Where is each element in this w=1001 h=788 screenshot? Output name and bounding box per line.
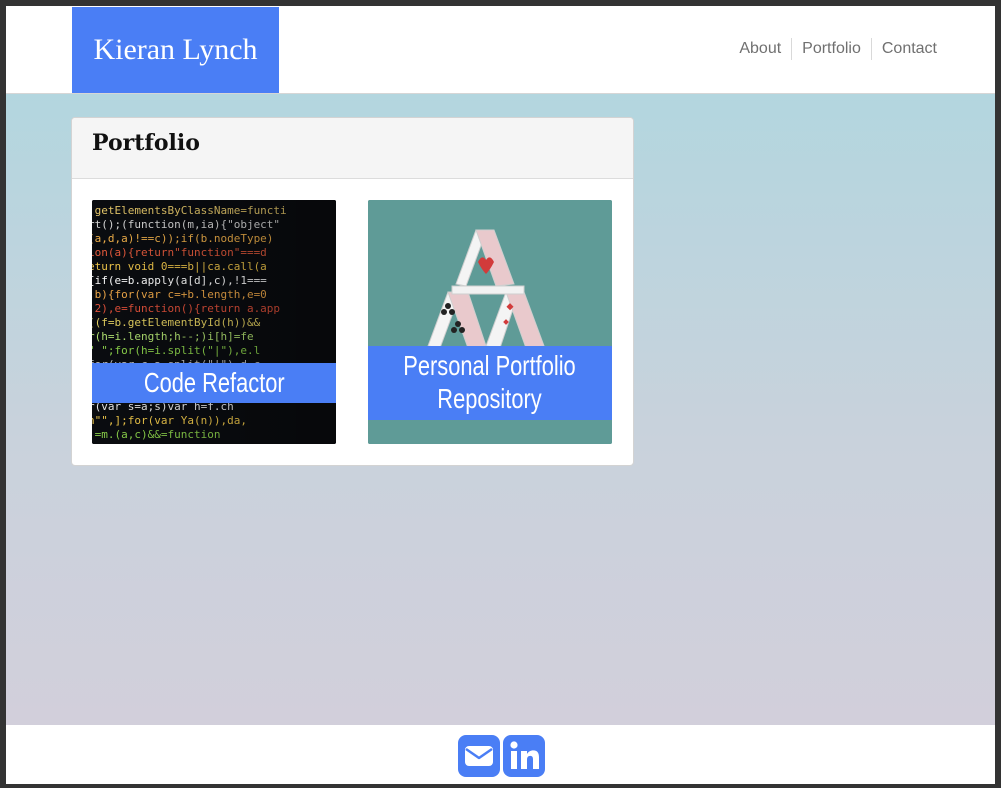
project-label-line: Personal Portfolio — [403, 350, 577, 381]
main-nav: About Portfolio Contact — [729, 38, 947, 60]
portfolio-title: Portfolio — [92, 130, 200, 156]
nav-link-contact[interactable]: Contact — [872, 38, 947, 60]
linkedin-icon — [510, 741, 539, 769]
project-label: Personal Portfolio Repository — [368, 346, 612, 420]
brand-logo-link[interactable]: Kieran Lynch — [72, 7, 279, 93]
project-label: Code Refactor — [92, 363, 336, 403]
project-label-text: Code Refactor — [143, 367, 285, 398]
site-footer — [6, 725, 995, 784]
project-tile-portfolio-repository[interactable]: Personal Portfolio Repository — [368, 200, 612, 444]
linkedin-link[interactable] — [503, 735, 545, 777]
browser-viewport: Kieran Lynch About Portfolio Contact Por… — [6, 6, 995, 784]
main-content: Portfolio .getElementsByClassName=functi… — [6, 94, 995, 725]
portfolio-card: Portfolio .getElementsByClassName=functi… — [71, 117, 634, 466]
code-screen-image: .getElementsByClassName=functi rt();(fun… — [92, 200, 336, 444]
site-header: Kieran Lynch About Portfolio Contact — [6, 6, 995, 94]
envelope-icon — [465, 746, 493, 766]
email-link[interactable] — [458, 735, 500, 777]
project-label-text: Personal Portfolio Repository — [404, 349, 576, 415]
project-label-line: Repository — [437, 383, 543, 414]
nav-link-about[interactable]: About — [729, 38, 791, 60]
nav-link-portfolio[interactable]: Portfolio — [792, 38, 871, 60]
portfolio-card-header: Portfolio — [72, 118, 633, 179]
project-tile-code-refactor[interactable]: .getElementsByClassName=functi rt();(fun… — [92, 200, 336, 444]
